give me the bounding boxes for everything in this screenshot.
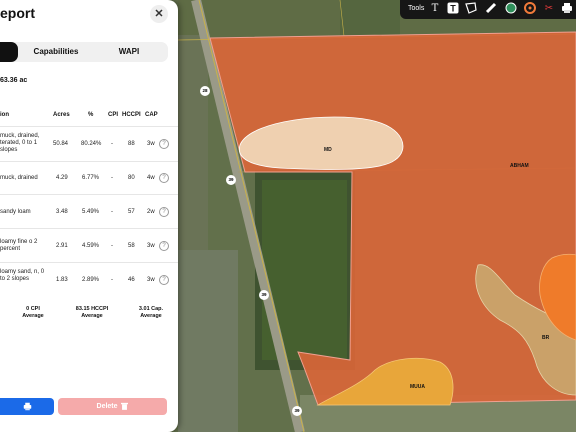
row-description: muck, drained, terated, 0 to 1 slopes xyxy=(0,133,40,153)
soil-label-br: BR xyxy=(542,335,550,341)
col-percent: % xyxy=(88,112,94,118)
help-icon[interactable]: ? xyxy=(159,139,169,149)
globe-icon[interactable] xyxy=(504,2,518,16)
trash-icon xyxy=(121,403,129,411)
soil-label-md: MD xyxy=(324,147,332,153)
row-cpi: - xyxy=(111,243,113,249)
avg-cpi: 0 CPI Average xyxy=(20,306,46,320)
table-row[interactable]: loamy sand, n, 0 to 2 slopes 1.83 2.89% … xyxy=(0,262,178,297)
row-description: sandy loam xyxy=(0,209,31,215)
help-icon[interactable]: ? xyxy=(159,275,169,285)
help-icon[interactable]: ? xyxy=(159,241,169,251)
ruler-icon[interactable] xyxy=(484,2,498,16)
row-percent: 5.49% xyxy=(82,209,100,215)
row-hccpi: 88 xyxy=(128,141,135,147)
avg-cpi-value: 0 CPI xyxy=(26,306,40,312)
report-title: eport xyxy=(0,5,35,21)
row-cap: 4w xyxy=(147,175,155,181)
row-description: loamy sand, n, 0 to 2 slopes xyxy=(0,269,45,282)
row-percent: 2.89% xyxy=(82,277,100,283)
print-icon[interactable] xyxy=(560,2,574,16)
text-icon[interactable]: T xyxy=(428,2,442,16)
row-description: muck, drained xyxy=(0,175,38,181)
target-icon[interactable] xyxy=(523,2,537,16)
col-cap: CAP xyxy=(145,112,158,118)
avg-hccpi: 83.15 HCCPI Average xyxy=(70,306,114,320)
table-row[interactable]: muck, drained 4.29 6.77% - 80 4w ? xyxy=(0,161,178,195)
print-icon xyxy=(23,402,31,411)
row-cap: 2w xyxy=(147,209,155,215)
svg-text:T: T xyxy=(450,4,456,14)
road-shield: 28 xyxy=(200,86,210,96)
polygon-icon[interactable] xyxy=(464,2,478,16)
row-cpi: - xyxy=(111,141,113,147)
row-cpi: - xyxy=(111,277,113,283)
help-icon[interactable]: ? xyxy=(159,207,169,217)
row-description: loamy fine o 2 percent xyxy=(0,239,38,252)
row-acres: 4.29 xyxy=(56,175,68,181)
col-cpi: CPI xyxy=(108,112,119,118)
map-toolbar: Tools T T ✂ xyxy=(400,0,576,19)
row-percent: 4.59% xyxy=(82,243,100,249)
soil-label-abham: ABHAM xyxy=(510,163,529,169)
road-shield: 39 xyxy=(292,406,302,416)
col-hccpi: HCCPI xyxy=(122,112,141,118)
toolbar-label: Tools xyxy=(408,5,425,12)
avg-cap-value: 3.01 Cap. xyxy=(138,306,164,312)
road-shield: 39 xyxy=(259,290,269,300)
avg-hccpi-value: 83.15 HCCPI xyxy=(75,306,109,312)
row-cpi: - xyxy=(111,209,113,215)
row-cpi: - xyxy=(111,175,113,181)
row-hccpi: 58 xyxy=(128,243,135,249)
row-acres: 2.91 xyxy=(56,243,68,249)
row-acres: 3.48 xyxy=(56,209,68,215)
help-icon[interactable]: ? xyxy=(159,173,169,183)
avg-cap: 3.01 Cap. Average xyxy=(134,306,168,320)
row-percent: 80.24% xyxy=(81,141,102,147)
close-button[interactable]: ✕ xyxy=(150,5,168,23)
print-button[interactable] xyxy=(0,398,54,415)
table-row[interactable]: loamy fine o 2 percent 2.91 4.59% - 58 3… xyxy=(0,228,178,263)
row-percent: 6.77% xyxy=(82,175,100,181)
text-box-icon[interactable]: T xyxy=(446,2,460,16)
row-acres: 1.83 xyxy=(56,277,68,283)
scissors-icon[interactable]: ✂ xyxy=(542,2,556,16)
row-cap: 3w xyxy=(147,141,155,147)
col-acres: Acres xyxy=(53,112,70,118)
soil-label-muua: MUUA xyxy=(410,384,425,390)
row-acres: 50.84 xyxy=(53,141,69,147)
report-tabs: Capabilities WAPI xyxy=(0,42,168,62)
tab-wapi[interactable]: WAPI xyxy=(92,42,166,62)
avg-hccpi-label: Average xyxy=(81,313,103,319)
table-row[interactable]: sandy loam 3.48 5.49% - 57 2w ? xyxy=(0,194,178,229)
row-hccpi: 57 xyxy=(128,209,135,215)
avg-cap-label: Average xyxy=(140,313,162,319)
close-icon: ✕ xyxy=(154,8,164,20)
avg-cpi-label: Average xyxy=(22,313,44,319)
delete-button[interactable]: Delete xyxy=(58,398,167,415)
row-hccpi: 80 xyxy=(128,175,135,181)
total-acreage: 63.36 ac xyxy=(0,77,28,84)
tab-soils[interactable] xyxy=(0,42,18,62)
row-cap: 3w xyxy=(147,243,155,249)
col-description: ion xyxy=(0,112,9,118)
delete-label: Delete xyxy=(96,403,118,410)
table-row[interactable]: muck, drained, terated, 0 to 1 slopes 50… xyxy=(0,126,178,162)
report-panel: eport ✕ Capabilities WAPI 63.36 ac ion A… xyxy=(0,0,178,432)
row-cap: 3w xyxy=(147,277,155,283)
road-shield: 39 xyxy=(226,175,236,185)
row-hccpi: 46 xyxy=(128,277,135,283)
tab-capabilities[interactable]: Capabilities xyxy=(24,42,88,62)
